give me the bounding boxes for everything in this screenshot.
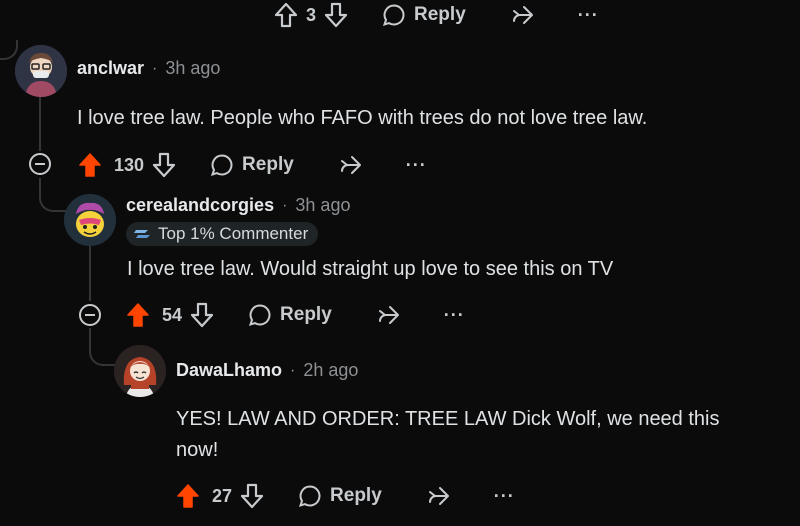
comment-header: cerealandcorgies · 3h ago — [126, 195, 350, 216]
share-icon — [428, 487, 449, 505]
meta-separator: · — [152, 59, 158, 77]
comment-timestamp[interactable]: 3h ago — [165, 58, 220, 79]
arrow-up-icon — [274, 2, 298, 28]
reply-button[interactable]: Reply — [210, 153, 294, 177]
comment-timestamp[interactable]: 2h ago — [303, 360, 358, 381]
comment-body: YES! LAW AND ORDER: TREE LAW Dick Wolf, … — [176, 404, 720, 466]
avatar[interactable] — [114, 345, 166, 397]
upvote-button[interactable] — [126, 302, 150, 328]
reply-label: Reply — [414, 4, 466, 25]
comment-timestamp[interactable]: 3h ago — [295, 195, 350, 216]
arrow-down-icon — [240, 483, 264, 509]
comment-header: anclwar · 3h ago — [77, 58, 220, 79]
thread-line-level1 — [89, 246, 91, 301]
user-avatar-icon — [64, 194, 116, 246]
reply-label: Reply — [280, 304, 332, 325]
comment-author[interactable]: cerealandcorgies — [126, 195, 274, 216]
upvote-button[interactable] — [176, 483, 200, 509]
arrow-up-icon — [177, 484, 199, 508]
collapse-thread-button[interactable] — [29, 153, 51, 175]
comment-action-bar: 54 Reply ··· — [126, 300, 465, 330]
speech-bubble-icon — [382, 4, 405, 27]
comment-action-bar: 130 Reply ··· — [78, 150, 427, 180]
comment-action-bar: 27 Reply ··· — [176, 481, 515, 511]
vote-count: 27 — [212, 485, 233, 506]
upvote-button[interactable] — [78, 152, 102, 178]
more-options-button[interactable]: ··· — [406, 156, 427, 174]
share-icon — [512, 6, 533, 24]
share-button[interactable] — [426, 484, 450, 508]
downvote-button[interactable] — [152, 152, 176, 178]
share-icon — [378, 306, 399, 324]
comment-body: I love tree law. People who FAFO with tr… — [77, 107, 648, 129]
thread-curve-level2 — [89, 328, 117, 366]
share-button[interactable] — [338, 153, 362, 177]
reply-button[interactable]: Reply — [298, 484, 382, 508]
badge-label: Top 1% Commenter — [158, 224, 309, 243]
thread-curve-root-top — [0, 40, 18, 60]
meta-separator: · — [282, 196, 288, 214]
user-avatar-icon — [114, 345, 166, 397]
avatar[interactable] — [64, 194, 116, 246]
more-options-button[interactable]: ··· — [578, 6, 599, 24]
reply-label: Reply — [242, 154, 294, 175]
upvote-button[interactable] — [274, 2, 298, 28]
comment-body-line: now! — [176, 439, 219, 461]
speech-bubble-icon — [298, 485, 321, 508]
downvote-button[interactable] — [240, 483, 264, 509]
comment-author[interactable]: anclwar — [77, 58, 144, 79]
arrow-down-icon — [324, 2, 348, 28]
comment-author[interactable]: DawaLhamo — [176, 360, 282, 381]
user-avatar-icon — [15, 45, 67, 97]
downvote-button[interactable] — [190, 302, 214, 328]
comment-header: DawaLhamo · 2h ago — [176, 360, 358, 381]
collapse-thread-button[interactable] — [79, 304, 101, 326]
more-options-button[interactable]: ··· — [494, 487, 515, 505]
more-options-button[interactable]: ··· — [444, 306, 465, 324]
arrow-down-icon — [190, 302, 214, 328]
speech-bubble-icon — [248, 304, 271, 327]
meta-separator: · — [290, 361, 296, 379]
vote-count: 130 — [114, 154, 145, 175]
vote-count: 3 — [306, 4, 317, 25]
thread-line-root — [39, 95, 41, 151]
share-icon — [340, 156, 361, 174]
arrow-up-icon — [79, 153, 101, 177]
arrow-down-icon — [152, 152, 176, 178]
vote-count: 54 — [162, 304, 183, 325]
top-commenter-icon — [134, 230, 150, 238]
share-button[interactable] — [376, 303, 400, 327]
top-commenter-badge: Top 1% Commenter — [126, 222, 319, 246]
reply-button[interactable]: Reply — [382, 3, 466, 27]
comment-body-line: YES! LAW AND ORDER: TREE LAW Dick Wolf, … — [176, 408, 720, 430]
reply-label: Reply — [330, 485, 382, 506]
reply-button[interactable]: Reply — [248, 303, 332, 327]
comment-body: I love tree law. Would straight up love … — [127, 258, 614, 280]
downvote-button[interactable] — [324, 2, 348, 28]
share-button[interactable] — [510, 3, 534, 27]
avatar[interactable] — [15, 45, 67, 97]
top-action-bar: 3 Reply ··· — [274, 0, 599, 30]
thread-curve-level1 — [39, 178, 67, 212]
arrow-up-icon — [127, 303, 149, 327]
speech-bubble-icon — [210, 154, 233, 177]
